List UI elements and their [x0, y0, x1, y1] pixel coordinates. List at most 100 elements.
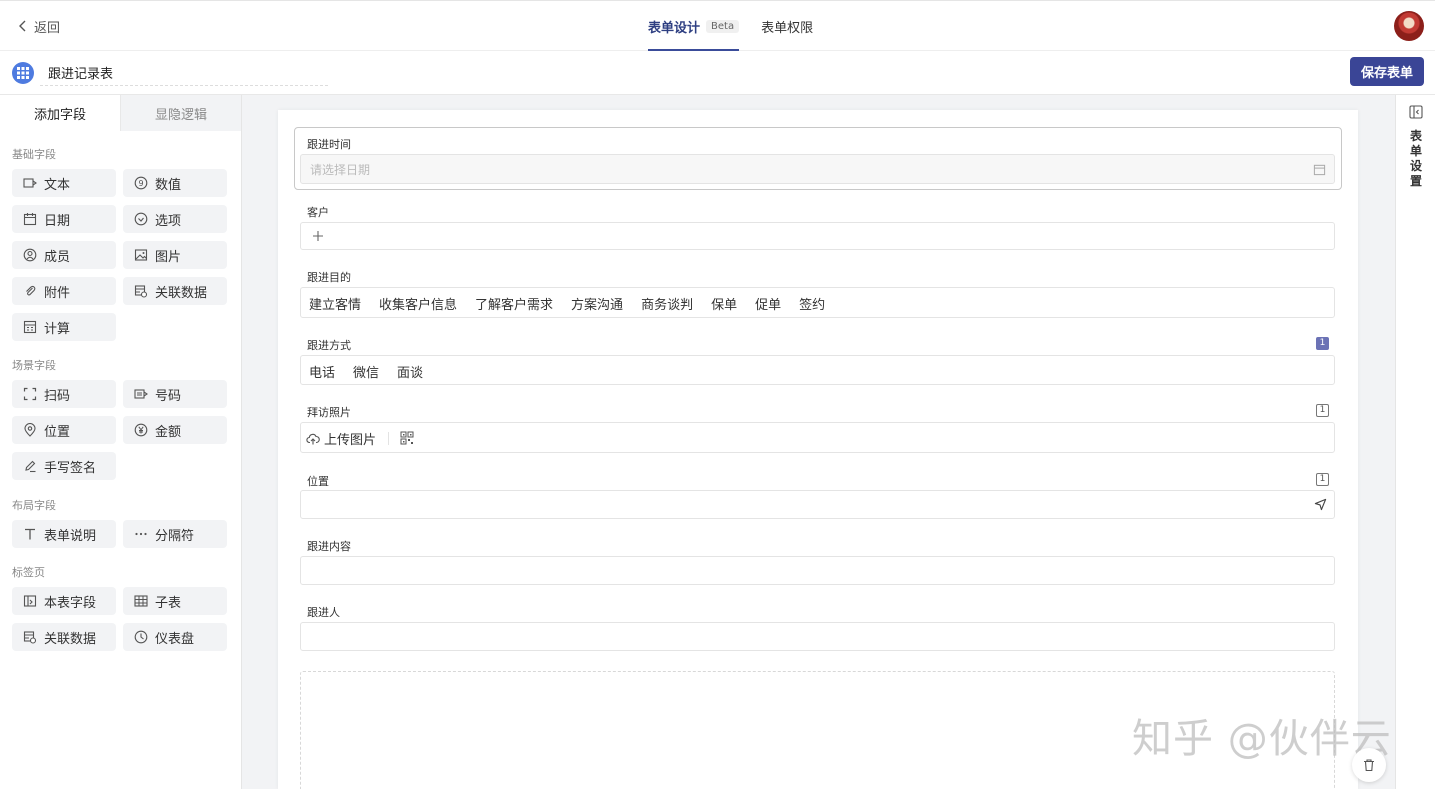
tab-form-design[interactable]: 表单设计 Beta — [648, 1, 740, 51]
field-count-badge: 1 — [1316, 337, 1329, 350]
field-linked-data-button[interactable]: 关联数据 — [123, 277, 227, 305]
field-label: 计算 — [44, 321, 71, 337]
calendar-icon — [23, 213, 37, 226]
header-tabs: 表单设计 Beta 表单权限 — [648, 1, 813, 51]
paperclip-icon — [26, 285, 36, 296]
qr-code-icon[interactable] — [400, 431, 414, 445]
field-form-description-button[interactable]: 表单说明 — [12, 520, 116, 548]
upload-image-button[interactable]: 上传图片 — [306, 429, 376, 448]
content-input[interactable] — [300, 556, 1335, 585]
field-label: 日期 — [44, 213, 71, 229]
panel-collapse-icon[interactable] — [1409, 105, 1423, 119]
form-title-input[interactable]: 跟进记录表 — [40, 59, 328, 86]
date-picker-input[interactable]: 请选择日期 — [300, 154, 1335, 184]
calendar-icon — [1313, 164, 1326, 176]
option-item[interactable]: 促单 — [755, 294, 781, 313]
section-layout-fields: 布局字段 — [12, 499, 56, 512]
field-text-button[interactable]: 文本 — [12, 169, 116, 197]
section-basic-fields: 基础字段 — [12, 148, 56, 161]
field-attachment-button[interactable]: 附件 — [12, 277, 116, 305]
option-item[interactable]: 签约 — [799, 294, 825, 313]
dashboard-icon — [134, 630, 148, 644]
option-item[interactable]: 微信 — [353, 362, 379, 381]
number-icon: 9 — [134, 176, 148, 190]
option-item[interactable]: 建立客情 — [309, 294, 361, 313]
field-label: 子表 — [155, 595, 182, 611]
purpose-options[interactable]: 建立客情 收集客户信息 了解客户需求 方案沟通 商务谈判 保单 促单 签约 — [300, 287, 1335, 318]
field-image-button[interactable]: 图片 — [123, 241, 227, 269]
field-label: 表单说明 — [44, 528, 97, 544]
field-sidebar: 添加字段 显隐逻辑 基础字段 文本 9 数值 日期 选项 成员 图片 附件 关联… — [0, 95, 242, 789]
currency-icon — [134, 423, 148, 437]
field-signature-button[interactable]: 手写签名 — [12, 452, 116, 480]
field-label: 成员 — [44, 249, 71, 265]
photo-upload-box: 上传图片 — [300, 422, 1335, 453]
field-member-button[interactable]: 成员 — [12, 241, 116, 269]
tab-form-permissions-label: 表单权限 — [761, 20, 814, 36]
field-label: 跟进内容 — [307, 540, 351, 553]
customer-input[interactable] — [300, 222, 1335, 250]
field-linked-data-tab-button[interactable]: 关联数据 — [12, 623, 116, 651]
form-settings-label[interactable]: 表单设置 — [1410, 129, 1424, 189]
trash-button[interactable] — [1352, 748, 1386, 782]
field-dashboard-button[interactable]: 仪表盘 — [123, 623, 227, 651]
option-item[interactable]: 方案沟通 — [571, 294, 623, 313]
option-item[interactable]: 收集客户信息 — [379, 294, 457, 313]
field-label: 号码 — [155, 388, 182, 404]
watermark: 知乎 @伙伴云 — [1132, 716, 1392, 762]
avatar[interactable] — [1394, 11, 1424, 41]
tab-visibility-logic[interactable]: 显隐逻辑 — [120, 95, 241, 131]
field-this-table-button[interactable]: 本表字段 — [12, 587, 116, 615]
beta-badge: Beta — [706, 19, 740, 33]
grid-icon — [134, 595, 148, 607]
option-item[interactable]: 面谈 — [397, 362, 423, 381]
option-item[interactable]: 保单 — [711, 294, 737, 313]
field-label: 仪表盘 — [155, 631, 195, 647]
tab-add-field[interactable]: 添加字段 — [0, 95, 120, 131]
option-item[interactable]: 了解客户需求 — [475, 294, 553, 313]
field-calculation-button[interactable]: 计算 — [12, 313, 116, 341]
field-amount-button[interactable]: 金额 — [123, 416, 227, 444]
field-label: 关联数据 — [44, 631, 97, 647]
plus-icon[interactable] — [312, 230, 324, 242]
field-label: 位置 — [44, 424, 71, 440]
navigation-arrow-icon[interactable] — [1314, 498, 1327, 511]
section-scene-fields: 场景字段 — [12, 359, 56, 372]
field-label: 金额 — [155, 424, 182, 440]
field-label: 文本 — [44, 177, 71, 193]
tab-form-permissions[interactable]: 表单权限 — [761, 1, 813, 51]
field-scan-button[interactable]: 扫码 — [12, 380, 116, 408]
field-divider-button[interactable]: 分隔符 — [123, 520, 227, 548]
field-label: 跟进人 — [307, 606, 340, 619]
field-label: 选项 — [155, 213, 182, 229]
form-canvas: 跟进时间 请选择日期 客户 跟进目的 建立客情 收集客户信息 了解客户需求 方案沟通商… — [278, 110, 1358, 789]
tab-form-design-label: 表单设计 — [648, 20, 701, 36]
follower-input[interactable] — [300, 622, 1335, 651]
option-item[interactable]: 电话 — [309, 362, 335, 381]
field-label: 位置 — [307, 475, 329, 488]
location-input[interactable] — [300, 490, 1335, 519]
field-location-button[interactable]: 位置 — [12, 416, 116, 444]
save-form-button[interactable]: 保存表单 — [1350, 57, 1424, 86]
field-number-button[interactable]: 9 数值 — [123, 169, 227, 197]
serial-number-icon — [134, 389, 148, 399]
form-title-bar: 跟进记录表 保存表单 — [0, 51, 1435, 95]
back-button[interactable]: 返回 — [16, 16, 60, 36]
location-icon — [24, 423, 36, 437]
field-serial-number-button[interactable]: 号码 — [123, 380, 227, 408]
trash-icon — [1364, 759, 1374, 772]
link-data-icon — [134, 285, 148, 298]
field-option-button[interactable]: 选项 — [123, 205, 227, 233]
table-field-icon — [23, 595, 37, 607]
field-subtable-button[interactable]: 子表 — [123, 587, 227, 615]
method-options[interactable]: 电话 微信 面谈 — [300, 355, 1335, 385]
cloud-upload-icon — [306, 433, 320, 444]
field-date-button[interactable]: 日期 — [12, 205, 116, 233]
ellipsis-icon — [135, 532, 147, 536]
field-label: 图片 — [155, 249, 182, 265]
option-item[interactable]: 商务谈判 — [641, 294, 693, 313]
field-label: 扫码 — [44, 388, 71, 404]
check-circle-icon — [134, 212, 148, 226]
form-settings-panel: 表单设置 — [1395, 95, 1435, 789]
field-label: 关联数据 — [155, 285, 208, 301]
